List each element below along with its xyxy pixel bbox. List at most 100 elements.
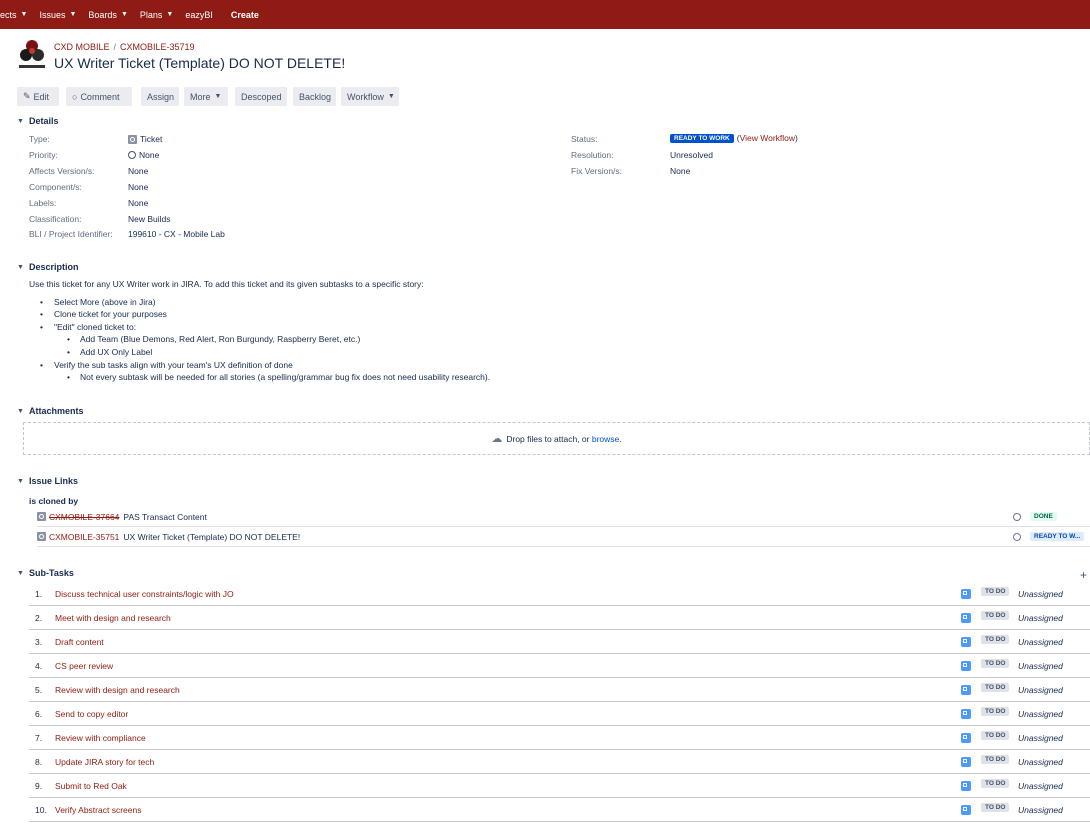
table-row[interactable]: 1. Discuss technical user constraints/lo… <box>29 582 1090 606</box>
comment-button[interactable]: ○ Comment <box>66 87 132 106</box>
nav-plans[interactable]: Plans ▼ <box>140 10 173 20</box>
breadcrumb-separator: / <box>113 42 117 52</box>
nav-boards[interactable]: Boards ▼ <box>88 10 127 20</box>
subtask-assignee: Unassigned <box>1018 733 1063 743</box>
component-value: None <box>128 182 149 192</box>
issue-link-summary[interactable]: UX Writer Ticket (Template) DO NOT DELET… <box>123 532 300 542</box>
issue-link-key[interactable]: CXMOBILE-35751 <box>49 532 119 542</box>
status-badge[interactable]: TO DO <box>981 635 1010 644</box>
subtask-name[interactable]: Discuss technical user constraints/logic… <box>55 589 234 599</box>
details-toggle[interactable]: ▼ Details <box>17 116 59 126</box>
issue-link-row[interactable]: CXMOBILE-35751 UX Writer Ticket (Templat… <box>37 527 1090 547</box>
create-button[interactable]: Create <box>231 10 259 20</box>
subtask-number: 3. <box>35 637 43 647</box>
subtask-name[interactable]: Review with compliance <box>55 733 146 743</box>
comment-label: Comment <box>80 91 120 102</box>
subtasks-heading: Sub-Tasks <box>29 568 74 578</box>
subtask-name[interactable]: CS peer review <box>55 661 113 671</box>
subtask-number: 10. <box>35 805 47 815</box>
table-row[interactable]: 2. Meet with design and research TO DO U… <box>29 606 1090 630</box>
chevron-down-icon: ▼ <box>120 11 128 18</box>
subtask-assignee: Unassigned <box>1018 709 1063 719</box>
browse-link[interactable]: browse <box>592 434 619 444</box>
add-subtask-button[interactable]: + <box>1080 568 1087 582</box>
subtask-assignee: Unassigned <box>1018 589 1063 599</box>
subtask-number: 2. <box>35 613 43 623</box>
list-item: Verify the sub tasks align with your tea… <box>29 359 490 372</box>
status-badge[interactable]: TO DO <box>981 755 1010 764</box>
fix-version-value: None <box>670 166 691 176</box>
subtask-name[interactable]: Draft content <box>55 637 104 647</box>
subtask-assignee: Unassigned <box>1018 685 1063 695</box>
status-badge: DONE <box>1030 512 1057 521</box>
status-badge[interactable]: TO DO <box>981 683 1010 692</box>
view-workflow-link[interactable]: View Workflow <box>740 133 795 143</box>
table-row[interactable]: 5. Review with design and research TO DO… <box>29 678 1090 702</box>
description-intro: Use this ticket for any UX Writer work i… <box>29 279 424 289</box>
chevron-down-icon: ▼ <box>214 93 222 100</box>
breadcrumb-project[interactable]: CXD MOBILE <box>54 42 110 52</box>
attachment-dropzone[interactable]: ☁ Drop files to attach, or browse. <box>23 422 1090 455</box>
attachments-toggle[interactable]: ▼ Attachments <box>17 406 84 416</box>
descoped-label: Descoped <box>241 91 282 102</box>
nav-boards-label: Boards <box>88 9 117 20</box>
table-row[interactable]: 8. Update JIRA story for tech TO DO Unas… <box>29 750 1090 774</box>
comment-icon: ○ <box>72 91 78 102</box>
subtask-name[interactable]: Review with design and research <box>55 685 180 695</box>
subtask-name[interactable]: Submit to Red Oak <box>55 781 127 791</box>
status-badge[interactable]: READY TO WORK <box>670 133 734 143</box>
table-row[interactable]: 3. Draft content TO DO Unassigned <box>29 630 1090 654</box>
type-text: Ticket <box>140 134 163 144</box>
pencil-icon: ✎ <box>23 91 31 101</box>
description-toggle[interactable]: ▼ Description <box>17 262 79 272</box>
affects-version-label: Affects Version/s: <box>29 166 95 176</box>
attachments-heading: Attachments <box>29 406 84 416</box>
descoped-button[interactable]: Descoped <box>235 87 287 106</box>
issue-links-toggle[interactable]: ▼ Issue Links <box>17 476 78 486</box>
subtask-number: 1. <box>35 589 43 599</box>
status-badge[interactable]: TO DO <box>981 659 1010 668</box>
subtasks-toggle[interactable]: ▼ Sub-Tasks <box>17 568 74 578</box>
table-row[interactable]: 9. Submit to Red Oak TO DO Unassigned <box>29 774 1090 798</box>
nav-eazybi[interactable]: eazyBI <box>185 10 213 20</box>
subtask-name[interactable]: Send to copy editor <box>55 709 128 719</box>
table-row[interactable]: 6. Send to copy editor TO DO Unassigned <box>29 702 1090 726</box>
subtask-name[interactable]: Update JIRA story for tech <box>55 757 154 767</box>
subtask-name[interactable]: Verify Abstract screens <box>55 805 141 815</box>
priority-text: None <box>139 150 160 160</box>
nav-projects[interactable]: ects ▼ <box>0 10 27 20</box>
subtask-icon <box>961 685 971 695</box>
status-badge[interactable]: TO DO <box>981 707 1010 716</box>
type-label: Type: <box>29 134 50 144</box>
table-row[interactable]: 4. CS peer review TO DO Unassigned <box>29 654 1090 678</box>
more-button[interactable]: More ▼ <box>184 87 228 106</box>
issue-link-summary[interactable]: PAS Transact Content <box>123 512 206 522</box>
assign-button[interactable]: Assign <box>141 87 179 106</box>
issue-link-key[interactable]: CXMOBILE-37664 <box>49 512 119 522</box>
details-heading: Details <box>29 116 59 126</box>
status-badge[interactable]: TO DO <box>981 779 1010 788</box>
backlog-button[interactable]: Backlog <box>293 87 336 106</box>
status-badge[interactable]: TO DO <box>981 587 1010 596</box>
chevron-down-icon: ▼ <box>17 569 24 577</box>
status-badge[interactable]: TO DO <box>981 803 1010 812</box>
workflow-button[interactable]: Workflow ▼ <box>341 87 399 106</box>
nav-issues[interactable]: Issues ▼ <box>39 10 76 20</box>
ticket-icon <box>37 512 46 521</box>
table-row[interactable]: 10. Verify Abstract screens TO DO Unassi… <box>29 798 1090 822</box>
edit-button[interactable]: ✎ Edit <box>17 87 59 106</box>
priority-none-icon <box>128 151 136 159</box>
issue-link-row[interactable]: CXMOBILE-37664 PAS Transact Content DONE <box>37 507 1090 527</box>
project-logo[interactable] <box>17 38 47 72</box>
chevron-down-icon: ▼ <box>17 407 24 415</box>
subtask-assignee: Unassigned <box>1018 757 1063 767</box>
status-badge[interactable]: TO DO <box>981 611 1010 620</box>
chevron-down-icon: ▼ <box>17 477 24 485</box>
status-badge[interactable]: TO DO <box>981 731 1010 740</box>
affects-version-value: None <box>128 166 149 176</box>
description-body: Use this ticket for any UX Writer work i… <box>29 278 490 384</box>
subtask-name[interactable]: Meet with design and research <box>55 613 171 623</box>
more-label: More <box>190 91 211 102</box>
breadcrumb-issue-key[interactable]: CXMOBILE-35719 <box>120 42 195 52</box>
table-row[interactable]: 7. Review with compliance TO DO Unassign… <box>29 726 1090 750</box>
